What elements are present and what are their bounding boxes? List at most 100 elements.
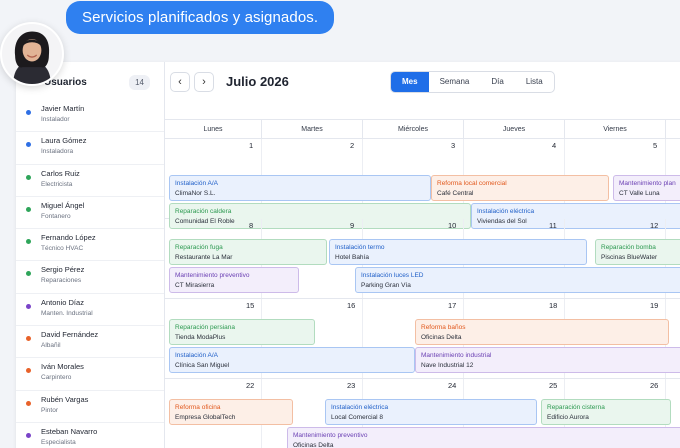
calendar-event[interactable]: Mantenimiento industrial Nave Industrial …: [415, 347, 680, 373]
person-avatar-icon: [2, 24, 62, 84]
user-role: Instaladora: [41, 148, 74, 156]
user-name: David Fernández: [41, 330, 99, 340]
sidebar-user-item[interactable]: Fernando López Técnico HVAC: [16, 229, 164, 262]
calendar-event[interactable]: Reforma oficina Empresa GlobalTech: [169, 399, 293, 425]
month-grid: Lunes Martes Miércoles Jueves Viernes 12345I…: [165, 119, 680, 448]
user-role: Fontanero: [41, 212, 71, 220]
users-sidebar: Usuarios 14 Javier Martín Instalador Laura…: [16, 62, 165, 448]
sidebar-user-item[interactable]: Antonio Díaz Manten. Industrial: [16, 294, 164, 327]
event-title: Instalación termo: [335, 244, 385, 251]
prev-month-button[interactable]: ‹: [170, 72, 190, 92]
user-name: Fernando López: [41, 233, 96, 243]
user-role: Pintor: [41, 406, 58, 414]
user-role: Manten. Industrial: [41, 309, 93, 317]
user-role: Técnico HVAC: [41, 245, 84, 253]
event-client: CT Valle Luna: [619, 190, 660, 197]
view-tab-mes[interactable]: Mes: [391, 72, 429, 92]
user-role: Reparaciones: [41, 277, 82, 285]
user-role: Electricista: [41, 180, 73, 188]
user-status-dot: [26, 303, 31, 309]
event-client: Edificio Aurora: [547, 414, 589, 421]
calendar-event[interactable]: Instalación A/A ClimaNor S.L.: [169, 175, 431, 201]
user-status-dot: [26, 206, 31, 212]
day-number: 22: [246, 381, 255, 390]
calendar-toolbar: ‹ › Julio 2026 Mes Semana Día Lista: [165, 62, 680, 102]
day-number: 24: [448, 381, 457, 390]
event-client: Café Central: [437, 190, 474, 197]
event-client: CT Mirasierra: [175, 282, 215, 289]
calendar-event[interactable]: Mantenimiento plan CT Valle Luna: [613, 175, 680, 201]
sidebar-user-item[interactable]: Carlos Ruiz Electricista: [16, 165, 164, 197]
calendar-event[interactable]: Instalación luces LED Parking Gran Vía: [355, 267, 680, 293]
event-client: Oficinas Delta: [421, 334, 462, 341]
view-tab-día[interactable]: Día: [480, 72, 514, 92]
day-number: 12: [650, 221, 659, 230]
sidebar-user-item[interactable]: Miguel Ángel Fontanero: [16, 197, 164, 230]
sidebar-user-item[interactable]: David Fernández Albañil: [16, 326, 164, 359]
sidebar-user-item[interactable]: Laura Gómez Instaladora: [16, 132, 164, 165]
day-number: 19: [650, 301, 659, 310]
calendar-main: ‹ › Julio 2026 Mes Semana Día Lista Lunes Ma…: [165, 62, 680, 448]
event-title: Instalación A/A: [175, 180, 218, 187]
calendar-event[interactable]: Reparación fuga Restaurante La Mar: [169, 239, 327, 265]
calendar-event[interactable]: Mantenimiento preventivo Oficinas Delta: [287, 427, 680, 448]
user-status-dot: [26, 142, 31, 148]
week-row: 8 9 10 11 12 Reparación fuga Restaurante La Ma…: [165, 219, 680, 299]
sidebar-user-item[interactable]: Sergio Pérez Reparaciones: [16, 261, 164, 294]
event-client: Nave Industrial 12: [421, 362, 474, 369]
weekday-label: Viernes: [565, 120, 666, 138]
event-title: Reparación bomba: [601, 244, 656, 251]
sidebar-user-item[interactable]: Esteban Navarro Especialista: [16, 423, 164, 448]
view-tab-lista[interactable]: Lista: [515, 72, 554, 92]
calendar-event[interactable]: Instalación termo Hotel Bahía: [329, 239, 587, 265]
next-month-button[interactable]: ›: [194, 72, 214, 92]
user-name: Iván Morales: [41, 362, 84, 372]
event-client: Empresa GlobalTech: [175, 414, 236, 421]
event-title: Reforma baños: [421, 324, 466, 331]
current-month-title: Julio 2026: [226, 74, 289, 89]
calendar-event[interactable]: Reforma local comercial Café Central: [431, 175, 609, 201]
day-number: 23: [347, 381, 356, 390]
user-name: Javier Martín: [41, 104, 85, 113]
calendar-event[interactable]: Mantenimiento preventivo CT Mirasierra: [169, 267, 299, 293]
calendar-event[interactable]: Reparación persiana Tienda ModaPlus: [169, 319, 315, 345]
sidebar-user-item[interactable]: Rubén Vargas Pintor: [16, 391, 164, 423]
event-title: Mantenimiento preventivo: [175, 272, 250, 279]
event-client: Restaurante La Mar: [175, 254, 233, 261]
chevron-right-icon: ›: [202, 76, 206, 88]
user-status-dot: [26, 400, 31, 406]
user-role: Especialista: [41, 438, 76, 446]
calendar-event[interactable]: Reforma baños Oficinas Delta: [415, 319, 669, 345]
event-client: Oficinas Delta: [293, 442, 334, 448]
day-number: 9: [350, 221, 355, 230]
calendar-event[interactable]: Reparación cisterna Edificio Aurora: [541, 399, 671, 425]
sidebar-user-item[interactable]: Iván Morales Carpintero: [16, 358, 164, 391]
weekday-label: Jueves: [464, 120, 565, 138]
event-client: Piscinas BlueWater: [601, 254, 658, 261]
user-name: Antonio Díaz: [41, 297, 84, 307]
user-status-dot: [26, 336, 31, 342]
day-number: 5: [653, 141, 658, 150]
day-number: 1: [249, 141, 254, 150]
avatar: [0, 22, 64, 86]
weekday-label: [666, 120, 680, 138]
day-number: 25: [549, 381, 558, 390]
calendar-event[interactable]: Instalación A/A Clínica San Miguel: [169, 347, 415, 373]
day-number: 17: [448, 301, 457, 310]
event-title: Reforma local comercial: [437, 180, 507, 187]
user-status-dot: [26, 368, 31, 374]
chevron-left-icon: ‹: [178, 76, 182, 88]
view-tab-semana[interactable]: Semana: [429, 72, 481, 92]
user-status-dot: [26, 174, 31, 180]
chat-bubble: Servicios planificados y asignados.: [66, 1, 335, 34]
sidebar-user-item[interactable]: Javier Martín Instalador: [16, 100, 164, 133]
event-title: Instalación A/A: [175, 352, 218, 359]
weekday-header: Lunes Martes Miércoles Jueves Viernes: [165, 119, 680, 139]
weekday-label: Lunes: [165, 120, 262, 138]
calendar-event[interactable]: Reparación bomba Piscinas BlueWater: [595, 239, 680, 265]
week-row: 22 23 24 25 26 Reforma oficina Empresa GlobalT…: [165, 379, 680, 448]
user-status-dot: [26, 239, 31, 245]
day-number: 2: [350, 141, 355, 150]
calendar-event[interactable]: Instalación eléctrica Local Comercial 8: [325, 399, 537, 425]
event-client: ClimaNor S.L.: [175, 190, 216, 197]
